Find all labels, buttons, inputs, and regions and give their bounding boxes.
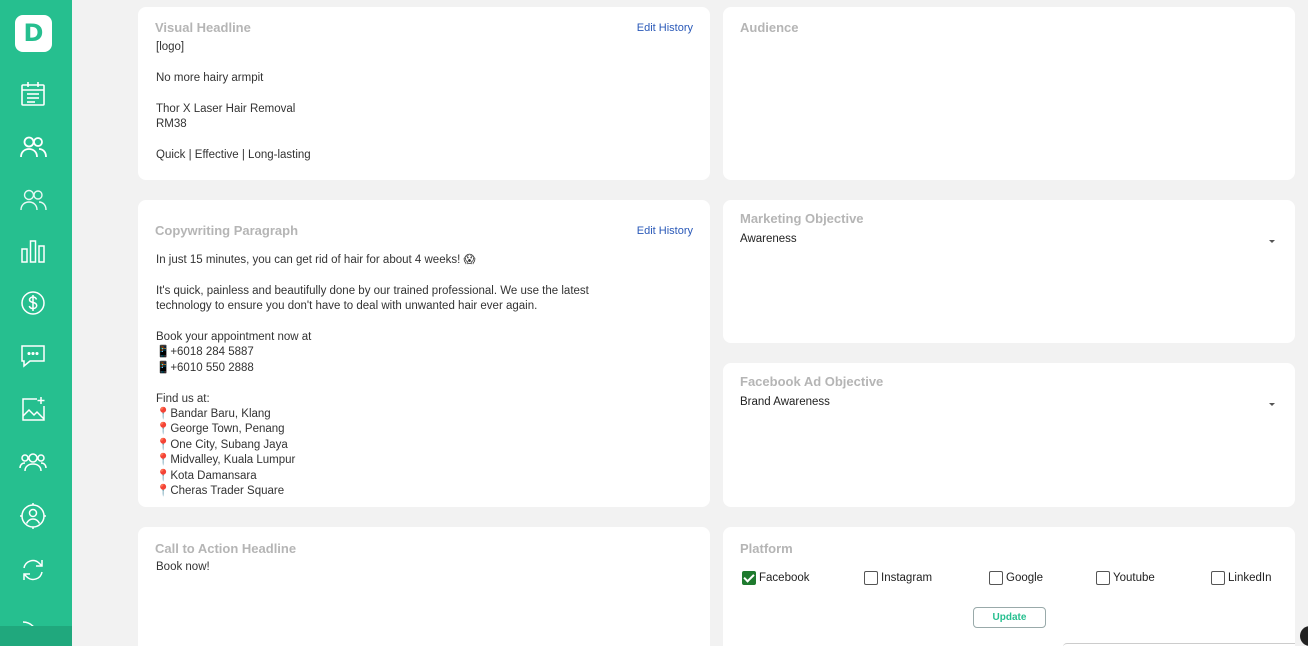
sidebar-footer <box>0 626 72 646</box>
chevron-down-icon[interactable] <box>1269 240 1275 243</box>
update-button[interactable]: Update <box>973 607 1046 628</box>
text-line: Find us at: <box>156 392 210 405</box>
text-line: 📱+6010 550 2888 <box>156 361 254 374</box>
platform-checkbox-facebook[interactable]: Facebook <box>742 570 810 586</box>
text-line: 📱+6018 284 5887 <box>156 346 254 359</box>
facebook-ad-objective-select[interactable]: Brand Awareness <box>740 396 830 408</box>
image-add-icon[interactable] <box>19 395 47 423</box>
sidebar: D <box>0 0 72 646</box>
text-line: 📍Bandar Baru, Klang <box>156 408 271 421</box>
text-line: [logo] <box>156 41 185 53</box>
checkbox-label: Instagram <box>881 572 933 584</box>
copywriting-title: Copywriting Paragraph <box>155 223 299 238</box>
text-line: 📍George Town, Penang <box>156 423 285 436</box>
people-icon[interactable] <box>19 133 47 161</box>
platform-checkbox-youtube[interactable]: Youtube <box>1096 570 1155 586</box>
refresh-icon[interactable] <box>19 556 47 584</box>
marketing-objective-card: Marketing Objective Awareness <box>723 200 1295 343</box>
marketing-objective-title: Marketing Objective <box>740 211 864 226</box>
cta-text[interactable]: Book now! <box>156 560 210 575</box>
text-line: Book your appointment now at <box>156 331 312 343</box>
text-line: technology to ensure you don't have to d… <box>156 300 538 313</box>
facebook-ad-objective-title: Facebook Ad Objective <box>740 374 884 389</box>
checkbox-checked-icon[interactable] <box>742 571 756 585</box>
visual-headline-edit-history-link[interactable]: Edit History <box>637 22 693 34</box>
checkbox-label: Google <box>1006 572 1044 584</box>
visual-headline-title: Visual Headline <box>155 20 251 35</box>
calendar-icon[interactable] <box>19 80 47 108</box>
platform-checkbox-linkedin[interactable]: LinkedIn <box>1211 570 1271 586</box>
text-line: Thor X Laser Hair Removal <box>156 102 296 115</box>
chevron-down-icon[interactable] <box>1269 403 1275 406</box>
text-line <box>156 55 311 70</box>
checkbox-label: Youtube <box>1113 572 1155 584</box>
checkbox-label: Facebook <box>759 572 810 584</box>
text-line: 📍Midvalley, Kuala Lumpur <box>156 454 296 467</box>
visual-headline-card: Visual Headline Edit History [logo] No m… <box>138 7 710 180</box>
text-line: In just 15 minutes, you can get rid of h… <box>156 254 476 266</box>
platform-checkbox-google[interactable]: Google <box>989 570 1043 586</box>
copywriting-text[interactable]: In just 15 minutes, you can get rid of h… <box>156 253 589 499</box>
checkbox-icon[interactable] <box>1211 571 1225 585</box>
dollar-icon[interactable] <box>19 289 47 317</box>
marketing-objective-select[interactable]: Awareness <box>740 233 797 245</box>
checkbox-label: LinkedIn <box>1228 572 1272 584</box>
chat-icon[interactable] <box>19 342 47 370</box>
audience-title: Audience <box>740 20 799 35</box>
copywriting-edit-history-link[interactable]: Edit History <box>637 225 693 237</box>
text-line: Quick | Effective | Long-lasting <box>156 148 311 161</box>
checkbox-icon[interactable] <box>989 571 1003 585</box>
platform-card: Platform Facebook Instagram Google Youtu… <box>723 527 1295 646</box>
app-logo[interactable]: D <box>15 15 52 52</box>
users-icon[interactable] <box>19 186 47 214</box>
text-line <box>156 268 589 283</box>
platform-options: Facebook Instagram Google Youtube Linked… <box>742 570 1302 586</box>
copywriting-card: Copywriting Paragraph Edit History In ju… <box>138 200 710 507</box>
text-line: It's quick, painless and beautifully don… <box>156 284 589 297</box>
text-line <box>156 86 311 101</box>
text-line: RM38 <box>156 118 187 130</box>
audience-card: Audience <box>723 7 1295 180</box>
cta-title: Call to Action Headline <box>155 541 297 556</box>
user-target-icon[interactable] <box>19 502 47 530</box>
text-line <box>156 315 589 330</box>
text-line <box>156 376 589 391</box>
text-line: 📍Cheras Trader Square <box>156 485 285 498</box>
visual-headline-text[interactable]: [logo] No more hairy armpit Thor X Laser… <box>156 40 311 163</box>
text-line: 📍One City, Subang Jaya <box>156 438 288 451</box>
text-line: 📍Kota Damansara <box>156 469 257 482</box>
platform-checkbox-instagram[interactable]: Instagram <box>864 570 932 586</box>
platform-title: Platform <box>740 541 793 556</box>
checkbox-icon[interactable] <box>1096 571 1110 585</box>
text-line <box>156 132 311 147</box>
bar-chart-icon[interactable] <box>19 237 47 265</box>
checkbox-icon[interactable] <box>864 571 878 585</box>
help-bubble-icon[interactable] <box>1300 626 1308 646</box>
team-icon[interactable] <box>19 448 47 476</box>
cta-card: Call to Action Headline Book now! <box>138 527 710 646</box>
text-line: No more hairy armpit <box>156 71 264 84</box>
facebook-ad-objective-card: Facebook Ad Objective Brand Awareness <box>723 363 1295 507</box>
